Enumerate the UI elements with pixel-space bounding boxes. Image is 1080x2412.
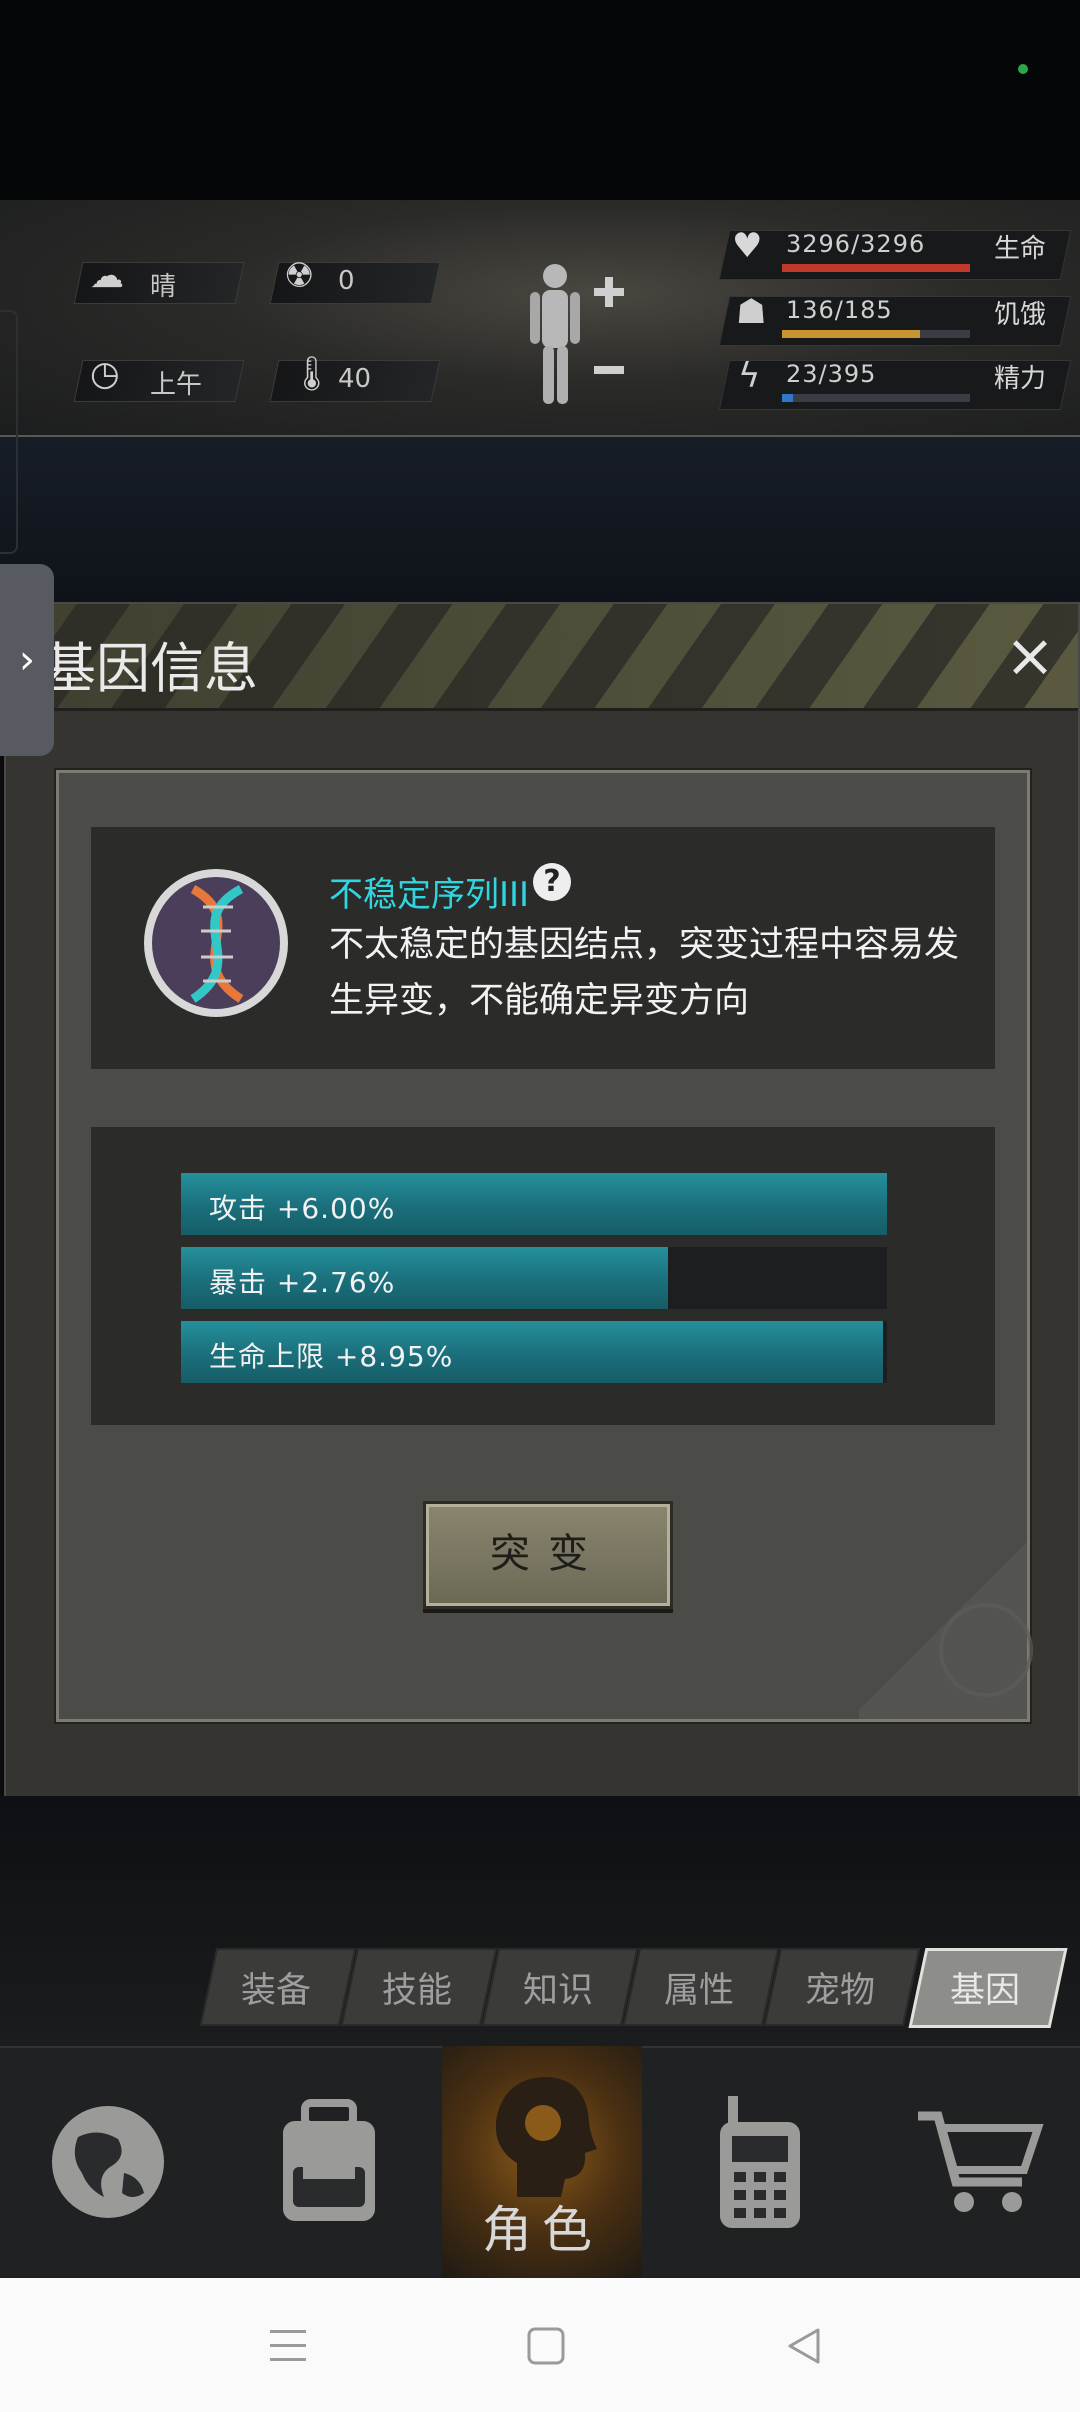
- dialog-title: 基因信息: [42, 637, 258, 700]
- nav-character-label: 角色: [482, 2201, 602, 2259]
- stat-row-crit: 暴击 +2.76%: [181, 1247, 887, 1309]
- dna-icon: [141, 861, 291, 1031]
- hunger-value: 136/185: [786, 296, 893, 324]
- gene-stats-box: 攻击 +6.00% 暴击 +2.76% 生命上限 +8.95%: [91, 1127, 995, 1425]
- stat-row-max-hp: 生命上限 +8.95%: [181, 1321, 887, 1383]
- heart-icon: ♥: [732, 226, 763, 266]
- energy-bar: [782, 394, 970, 402]
- hunger-label: 饥饿: [994, 300, 1047, 330]
- help-icon[interactable]: ?: [533, 863, 571, 901]
- tab-genes-label: 基因: [949, 1971, 1020, 2011]
- energy-label: 精力: [994, 364, 1047, 394]
- tab-attributes-label: 属性: [663, 1971, 734, 2011]
- tab-skills-label: 技能: [381, 1971, 452, 2011]
- radiation-watermark-icon: [939, 1603, 1033, 1697]
- nav-backpack[interactable]: [216, 2046, 442, 2278]
- top-dark-area: [0, 0, 1080, 200]
- radiation-value: 0: [338, 266, 355, 296]
- cloud-sun-icon: ☁: [90, 256, 124, 296]
- mutate-button[interactable]: 突变: [423, 1501, 673, 1609]
- hunger-bar: [782, 330, 970, 338]
- nav-shop[interactable]: [878, 2046, 1080, 2278]
- nav-radio[interactable]: [642, 2046, 878, 2278]
- stomach-icon: ☗: [736, 292, 767, 332]
- shop-cart-icon: [918, 2111, 1044, 2212]
- tab-equipment-label: 装备: [240, 1971, 311, 2011]
- gene-info-dialog: 基因信息 × 不稳定序列III ? 不太稳定的基因结点，突变过程中容易发生异变，…: [4, 602, 1080, 1798]
- stat-row-attack: 攻击 +6.00%: [181, 1173, 887, 1235]
- side-drawer-edge: [0, 310, 18, 554]
- gene-detail-panel: 不稳定序列III ? 不太稳定的基因结点，突变过程中容易发生异变，不能确定异变方…: [56, 770, 1033, 1722]
- health-value: 3296/3296: [786, 230, 926, 258]
- health-bar: [782, 264, 970, 272]
- time-text: 上午: [150, 370, 203, 400]
- radiation-icon: ☢: [284, 256, 315, 296]
- tab-pets-label: 宠物: [804, 1971, 875, 2011]
- menu-icon[interactable]: [268, 2326, 308, 2370]
- status-indicator-dot: [1018, 64, 1028, 74]
- close-icon: ×: [1004, 621, 1056, 691]
- gene-description: 不太稳定的基因结点，突变过程中容易发生异变，不能确定异变方向: [329, 925, 960, 1021]
- human-body-icon: [530, 264, 624, 404]
- radio-icon: [720, 2096, 800, 2228]
- thermometer-icon: 🌡: [290, 354, 334, 394]
- nav-world-map[interactable]: [0, 2046, 216, 2278]
- background-scene: [0, 437, 1080, 602]
- tab-knowledge-label: 知识: [522, 1971, 593, 2011]
- weather-text: 晴: [150, 272, 177, 302]
- status-hud: ☁ 晴 ☢ 0 ◷ 上午 🌡 40 ♥ 3296/3296 生命 ☗ 136/1…: [0, 200, 1080, 437]
- energy-icon: ϟ: [738, 356, 761, 396]
- world-map-icon: [52, 2106, 164, 2218]
- gene-info-box: 不稳定序列III ? 不太稳定的基因结点，突变过程中容易发生异变，不能确定异变方…: [91, 827, 995, 1069]
- stat-label-crit: 暴击 +2.76%: [209, 1266, 396, 1299]
- body-status-button[interactable]: [520, 258, 630, 408]
- clock-icon: ◷: [90, 354, 120, 394]
- chevron-right-icon: ›: [19, 637, 35, 683]
- stat-label-attack: 攻击 +6.00%: [209, 1192, 396, 1225]
- energy-value: 23/395: [786, 360, 877, 388]
- backpack-icon: [283, 2099, 375, 2221]
- temperature-value: 40: [338, 364, 372, 394]
- home-square-icon[interactable]: [526, 2326, 566, 2370]
- close-button[interactable]: ×: [1002, 626, 1058, 686]
- health-label: 生命: [994, 234, 1047, 264]
- side-expand-tab[interactable]: ›: [0, 564, 54, 756]
- gene-name: 不稳定序列III: [329, 875, 530, 915]
- stat-label-max-hp: 生命上限 +8.95%: [209, 1340, 454, 1373]
- back-triangle-icon[interactable]: [784, 2326, 824, 2370]
